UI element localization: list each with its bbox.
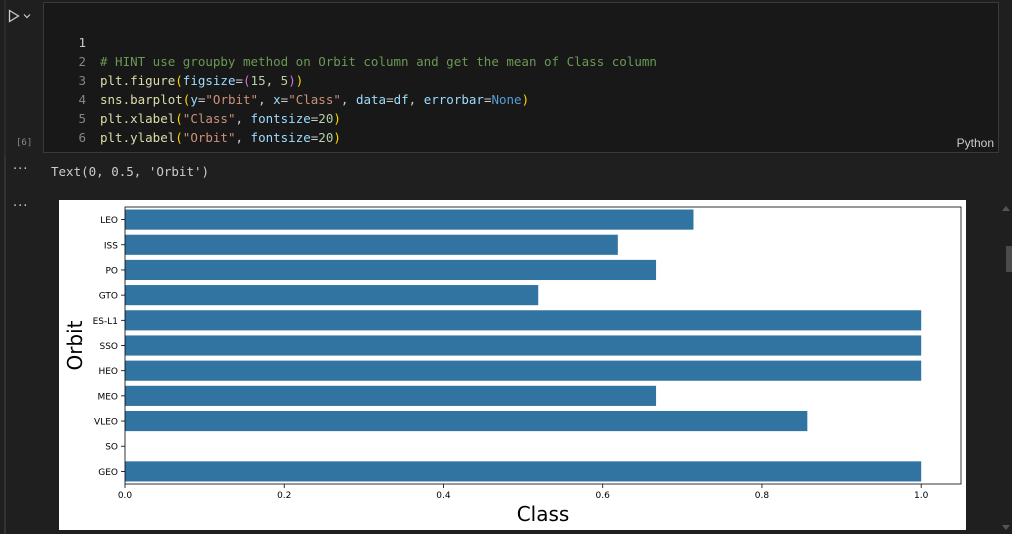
code-token: 20 [318,130,334,145]
output-gutter-bar [4,157,6,534]
bar-sso [125,335,922,356]
code-token: x [273,92,281,107]
bar-gto [125,285,539,306]
plot-output: LEO ISS PO GTO ES-L1 SSO HEO MEO VLEO SO GEO 0.0 0.2… [59,200,966,530]
x-tick-label: 0.2 [277,491,291,501]
run-cell-button[interactable] [8,6,38,26]
x-tick-label: 0.6 [596,491,611,501]
code-token: fontsize [250,130,311,145]
code-token: 15 [250,73,266,88]
code-token: "Class" [288,92,341,107]
code-token: "Orbit" [205,92,259,107]
language-label[interactable]: Python [957,136,994,150]
bar-po [125,259,657,281]
output-ellipsis-2[interactable]: ··· [13,199,28,214]
scroll-down-icon[interactable] [1002,525,1010,530]
bar-meo [125,385,657,406]
bar-geo [125,461,922,482]
y-tick-label: GTO [99,292,118,302]
code-token: 20 [318,111,334,126]
scroll-up-icon[interactable] [1002,206,1010,211]
y-tick-label: GEO [98,468,118,478]
code-token: errorbar [423,92,484,107]
code-comment: # HINT use groupby method on Orbit colum… [100,54,657,69]
x-axis-label: Class [517,502,570,526]
y-tick-label: LEO [100,216,118,226]
code-token: plt.ylabel [100,130,176,145]
code-token: data [355,92,387,107]
code-token: None [491,92,522,107]
chevron-down-icon[interactable] [23,13,31,19]
x-tick-label: 1.0 [914,491,929,501]
code-token: y [190,92,198,107]
output-text: Text(0, 0.5, 'Orbit') [51,164,210,179]
line-number: 6 [78,130,86,145]
y-tick-label: HEO [98,367,118,377]
y-tick-label: ES-L1 [93,317,118,327]
code-line-4[interactable]: 4 plt.xlabel("Class", fontsize=20) [44,71,340,126]
code-line-2[interactable]: 2 plt.figure(figsize=(15, 5)) [44,33,303,88]
x-tick-label: 0.4 [436,491,451,501]
editor-scroll-thumb[interactable] [1006,246,1012,272]
code-token: plt.xlabel [100,111,176,126]
bar-heo [125,360,922,381]
x-tick-label: 0.8 [755,491,770,501]
y-tick-label: PO [105,266,118,276]
code-token: df [393,92,409,107]
code-token: sns.barplot [100,92,183,107]
y-tick-label: ISS [104,241,118,251]
code-token: figsize [182,73,236,88]
y-tick-label: VLEO [94,418,118,428]
code-line-6[interactable]: 6 [44,109,86,145]
code-line-5[interactable]: 5 plt.ylabel("Orbit", fontsize=20) [44,90,340,145]
code-token: plt.figure [100,73,176,88]
y-tick-label: SO [105,443,118,453]
bar-iss [125,234,618,255]
bar-chart: LEO ISS PO GTO ES-L1 SSO HEO MEO VLEO SO GEO 0.0 0.2… [63,206,962,526]
play-icon [8,9,20,23]
y-axis-label: Orbit [63,320,87,370]
bar-es-l1 [125,310,922,331]
x-tick-label: 0.0 [118,491,133,501]
y-tick-label: MEO [97,392,118,402]
bar-leo [125,209,694,230]
code-line-3[interactable]: 3 sns.barplot(y="Orbit", x="Class", data… [44,52,529,107]
code-token: "Class" [182,111,236,126]
execution-count: [6] [16,138,33,148]
code-editor[interactable]: 1 # HINT use groupby method on Orbit col… [43,2,999,153]
bar-vleo [125,410,808,432]
code-token: "Orbit" [182,130,236,145]
code-token: fontsize [250,111,311,126]
y-tick-label: SSO [99,342,118,352]
output-ellipsis-1[interactable]: ··· [13,162,28,177]
code-line-1[interactable]: 1 # HINT use groupby method on Orbit col… [44,14,656,69]
